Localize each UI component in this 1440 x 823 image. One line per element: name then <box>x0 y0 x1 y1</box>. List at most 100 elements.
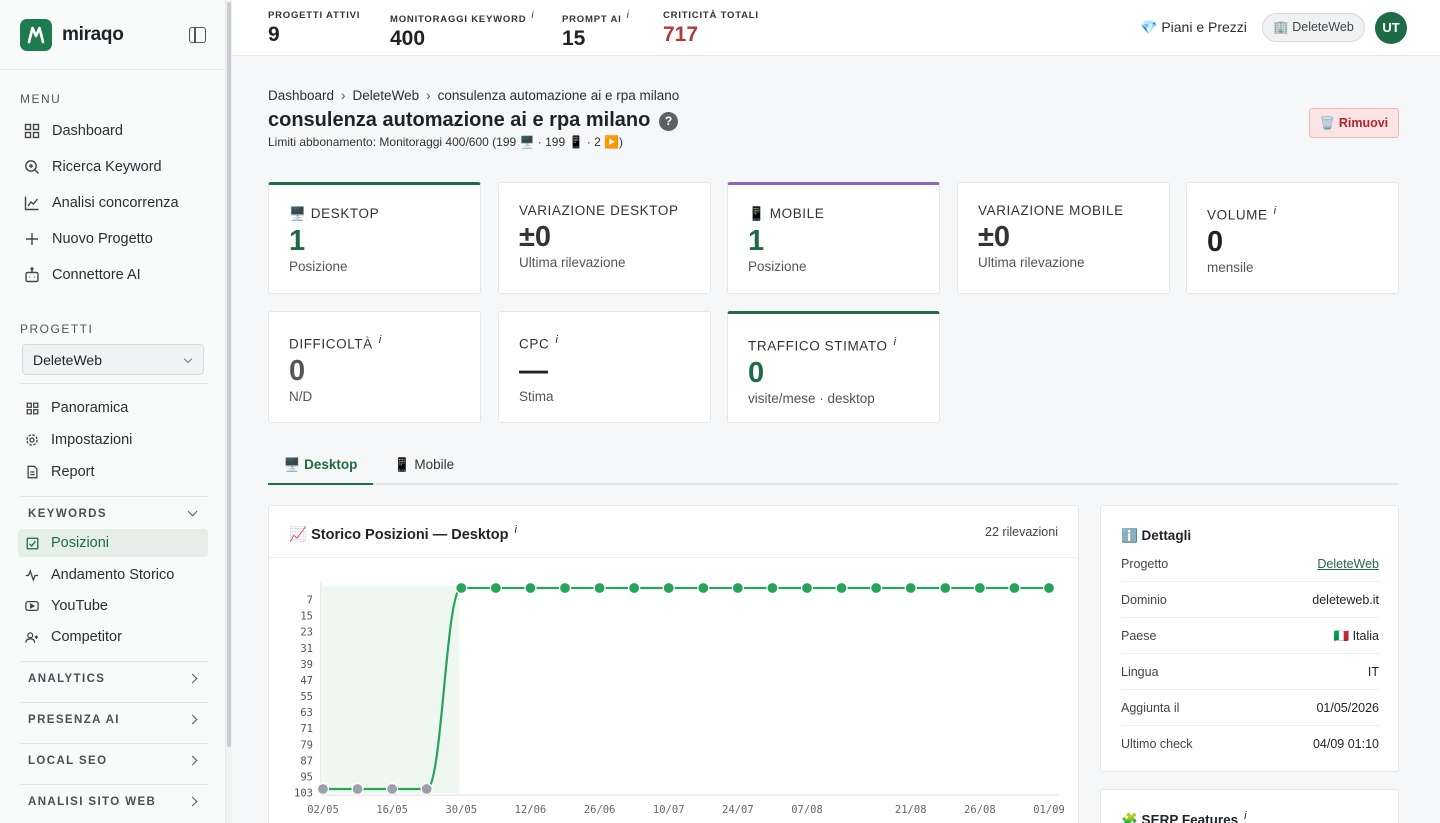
card-label: VOLUME i <box>1207 205 1378 223</box>
nav-nuovo-progetto[interactable]: Nuovo Progetto <box>18 224 208 254</box>
group-analytics[interactable]: ANALYTICS <box>28 673 200 685</box>
nav-analisi-concorrenza[interactable]: Analisi concorrenza <box>18 188 208 218</box>
group-analisi-sito-web-label: ANALISI SITO WEB <box>28 796 157 808</box>
brand-logo[interactable] <box>20 18 52 51</box>
nav-dashboard[interactable]: Dashboard <box>18 116 208 146</box>
sidebar-scrollbar[interactable] <box>226 0 232 823</box>
x-tick-label: 26/06 <box>584 804 616 816</box>
group-local-seo[interactable]: LOCAL SEO <box>28 755 200 767</box>
breadcrumb-item[interactable]: Dashboard <box>268 88 334 103</box>
stat-progetti-attivi: PROGETTI ATTIVI 9 <box>268 10 360 47</box>
serp-features-title-text: 🧩 SERP Features <box>1121 812 1239 823</box>
tab-mobile[interactable]: 📱 Mobile <box>382 449 466 485</box>
info-icon[interactable]: i <box>627 10 630 21</box>
info-icon[interactable]: i <box>555 334 558 346</box>
card-label-text: VOLUME <box>1207 207 1268 223</box>
line-chart-icon <box>24 195 40 211</box>
nav-competitor[interactable]: Competitor <box>18 623 208 651</box>
data-point <box>904 581 917 595</box>
x-tick-label: 12/06 <box>515 804 547 816</box>
card-mobile: 📱 MOBILE 1 Posizione <box>727 182 940 294</box>
info-icon[interactable]: i <box>894 336 897 348</box>
nav-competitor-label: Competitor <box>51 629 122 645</box>
nav-ricerca-keyword[interactable]: Ricerca Keyword <box>18 152 208 182</box>
card-value: ±0 <box>519 221 552 253</box>
nav-posizioni-label: Posizioni <box>51 535 110 551</box>
stat-monitoraggi-keyword: MONITORAGGI KEYWORD i 400 <box>390 10 534 51</box>
card-variazione-desktop: VARIAZIONE DESKTOP ±0 Ultima rilevazione <box>498 182 711 294</box>
nav-report-label: Report <box>51 464 95 480</box>
stat-label: MONITORAGGI KEYWORD i <box>390 10 534 25</box>
card-value: 0 <box>1207 225 1224 258</box>
nav-panoramica[interactable]: Panoramica <box>18 394 208 422</box>
data-point <box>558 581 572 595</box>
nav-andamento-storico[interactable]: Andamento Storico <box>18 561 208 589</box>
data-point <box>593 581 606 595</box>
group-presenza-ai[interactable]: PRESENZA AI <box>28 714 200 726</box>
stat-label: CRITICITÀ TOTALI <box>663 10 759 21</box>
card-cpc: CPC i — Stima <box>498 311 711 423</box>
details-row-aggiunta: Aggiunta il 01/05/2026 <box>1121 690 1379 726</box>
details-key: Lingua <box>1121 665 1159 679</box>
stat-value: 9 <box>268 23 280 46</box>
nav-report[interactable]: Report <box>18 458 208 486</box>
card-traffico-stimato: TRAFFICO STIMATO i 0 visite/mese · deskto… <box>727 311 940 423</box>
data-point <box>870 581 883 595</box>
tab-desktop[interactable]: 🖥️ Desktop <box>268 449 373 485</box>
nav-impostazioni[interactable]: Impostazioni <box>18 426 208 454</box>
help-icon[interactable]: ? <box>659 112 678 131</box>
pulse-icon <box>24 567 40 583</box>
pricing-link[interactable]: 💎 Piani e Prezzi <box>1140 19 1247 36</box>
chevron-right-icon <box>187 796 198 807</box>
info-icon[interactable]: i <box>514 524 516 536</box>
details-row-paese: Paese 🇮🇹 Italia <box>1121 618 1379 654</box>
nav-ricerca-keyword-label: Ricerca Keyword <box>52 159 162 175</box>
card-label: CPC i <box>519 334 690 352</box>
chart-count: 22 rilevazioni <box>985 525 1058 539</box>
details-key: Aggiunta il <box>1121 701 1180 715</box>
x-tick-label: 01/09 <box>1033 804 1065 816</box>
y-tick-label: 103 <box>294 788 313 800</box>
workspace-button[interactable]: 🏢 DeleteWeb <box>1262 13 1365 42</box>
y-tick-label: 39 <box>300 659 313 671</box>
info-icon[interactable]: i <box>1274 205 1277 217</box>
project-link[interactable]: DeleteWeb <box>1317 557 1379 571</box>
y-tick-label: 95 <box>300 771 313 783</box>
projects-section-label: PROGETTI <box>20 322 94 336</box>
y-tick-label: 63 <box>300 707 313 719</box>
nav-connettore-ai[interactable]: Connettore AI <box>18 260 208 290</box>
breadcrumb-separator-icon: › <box>341 88 346 103</box>
stat-label: PROMPT AI i <box>562 10 630 25</box>
nav-panoramica-label: Panoramica <box>51 400 129 416</box>
data-point <box>420 782 433 796</box>
brand-name: miraqo <box>62 23 124 45</box>
data-point <box>351 782 364 796</box>
info-icon[interactable]: i <box>531 10 534 21</box>
nav-youtube[interactable]: YouTube <box>18 592 208 620</box>
avatar[interactable]: UT <box>1375 12 1407 44</box>
chevron-down-icon <box>183 354 193 364</box>
users-icon <box>24 629 40 645</box>
group-keywords[interactable]: KEYWORDS <box>28 506 200 520</box>
info-icon[interactable]: i <box>1244 810 1246 822</box>
y-tick-label: 15 <box>300 611 313 623</box>
scrollbar-thumb[interactable] <box>227 2 231 747</box>
breadcrumb-item[interactable]: DeleteWeb <box>353 88 420 103</box>
nav-connettore-ai-label: Connettore AI <box>52 267 141 283</box>
sidebar-divider <box>20 661 208 662</box>
sidebar-toggle-icon[interactable] <box>189 27 206 43</box>
nav-youtube-label: YouTube <box>51 598 108 614</box>
grid-icon <box>24 400 40 416</box>
remove-button[interactable]: 🗑️ Rimuovi <box>1309 108 1399 138</box>
card-label: VARIAZIONE DESKTOP <box>519 203 679 218</box>
chevron-right-icon <box>187 714 198 725</box>
nav-posizioni[interactable]: Posizioni <box>18 529 208 557</box>
info-icon[interactable]: i <box>379 334 382 346</box>
group-analisi-sito-web[interactable]: ANALISI SITO WEB <box>28 796 200 808</box>
document-icon <box>24 464 40 480</box>
details-key: Paese <box>1121 629 1157 643</box>
nav-dashboard-label: Dashboard <box>52 123 123 139</box>
project-select[interactable]: DeleteWeb <box>22 344 204 375</box>
x-tick-label: 30/05 <box>445 804 477 816</box>
data-point <box>835 581 848 595</box>
